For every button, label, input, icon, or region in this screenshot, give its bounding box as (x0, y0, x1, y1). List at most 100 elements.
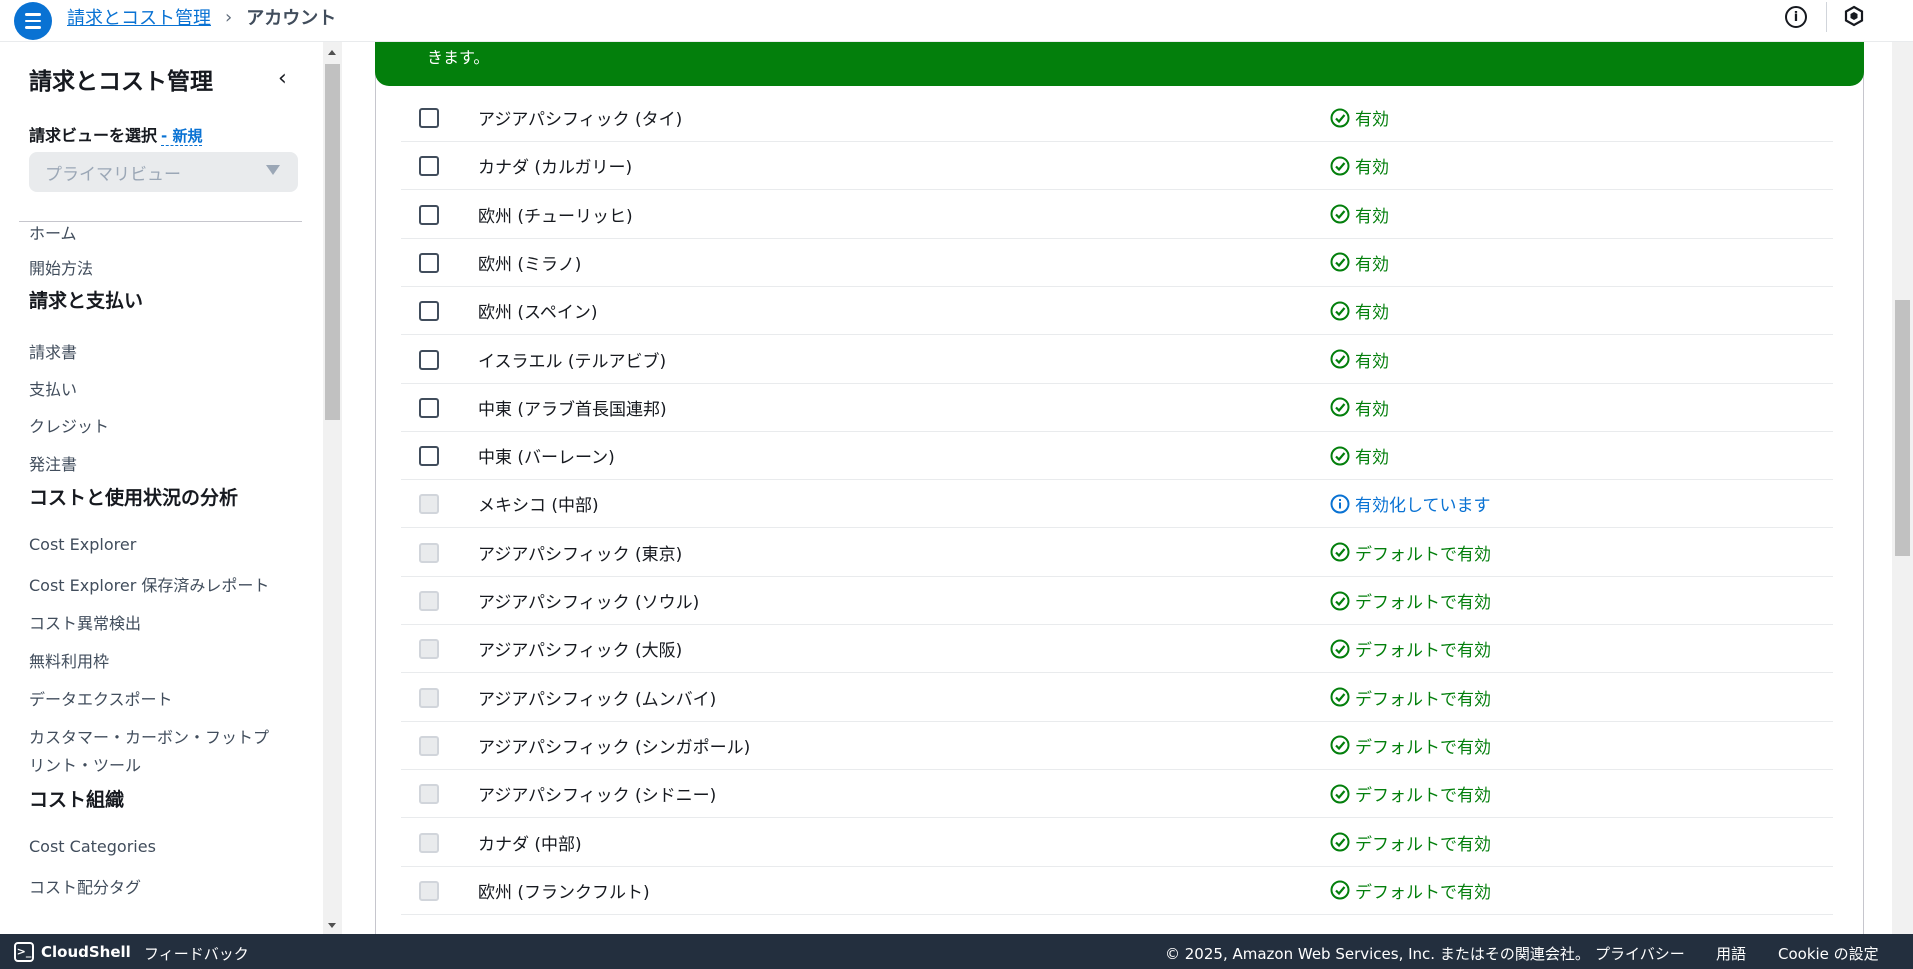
collapse-sidebar-icon[interactable]: ‹ (278, 66, 287, 91)
check-circle-icon (1330, 639, 1350, 659)
region-name: 中東 (バーレーン) (478, 448, 615, 469)
flash-text: きます。 (427, 48, 490, 67)
breadcrumb-current: アカウント (246, 8, 337, 29)
region-status-text: デフォルトで有効 (1355, 544, 1491, 565)
region-checkbox[interactable] (419, 156, 439, 177)
region-name: 欧州 (ミラノ) (478, 254, 582, 275)
region-checkbox[interactable] (419, 204, 439, 225)
settings-hexagon-icon[interactable] (1843, 5, 1865, 27)
region-checkbox (419, 591, 439, 611)
sidebar-item[interactable]: Cost Categories (29, 837, 156, 856)
sidebar-section-heading: コスト組織 (29, 789, 125, 811)
region-status-text: デフォルトで有効 (1355, 882, 1491, 903)
region-status-text: 有効 (1355, 110, 1389, 130)
region-checkbox (419, 880, 439, 901)
caret-down-icon (266, 165, 280, 175)
table-row: 欧州 (チューリッヒ) 有効 (401, 191, 1833, 239)
main-content: きます。 アジアパシフィック (タイ) 有効 カナダ (カルガリー) 有効 欧州 (チュ… (342, 42, 1892, 934)
sidebar-item[interactable]: コスト配分タグ (29, 874, 141, 898)
region-status: デフォルトで有効 (1330, 781, 1491, 806)
info-icon[interactable]: i (1785, 6, 1807, 28)
success-flash-message: きます。 (375, 42, 1864, 86)
table-row: アジアパシフィック (大阪) デフォルトで有効 (401, 625, 1833, 674)
cloudshell-button[interactable]: CloudShell (41, 943, 131, 961)
region-status-text: 有効 (1355, 303, 1389, 324)
copyright-text: © 2025, Amazon Web Services, Inc. またはその関… (1165, 945, 1590, 963)
sidebar-item[interactable]: クレジット (29, 413, 109, 437)
region-checkbox (419, 639, 439, 660)
check-circle-icon (1330, 832, 1350, 852)
table-row: アジアパシフィック (東京) デフォルトで有効 (401, 529, 1833, 577)
sidebar-item[interactable]: 無料利用枠 (29, 648, 109, 672)
region-name: アジアパシフィック (シドニー) (478, 786, 717, 807)
table-row: 欧州 (スペイン) 有効 (401, 287, 1833, 336)
breadcrumb-billing-link[interactable]: 請求とコスト管理 (67, 4, 211, 30)
table-row: イスラエル (テルアビブ) 有効 (401, 336, 1833, 384)
scroll-up-icon[interactable] (328, 50, 336, 55)
table-row: カナダ (中部) デフォルトで有効 (401, 819, 1833, 867)
billing-view-select[interactable]: プライマリビュー (29, 152, 298, 192)
menu-icon[interactable] (14, 2, 52, 40)
sidebar-item[interactable]: Cost Explorer (29, 535, 136, 554)
page-scrollbar[interactable] (1892, 42, 1913, 934)
region-status-text: デフォルトで有効 (1355, 737, 1491, 758)
region-status: 有効 (1330, 250, 1389, 275)
region-checkbox[interactable] (419, 446, 439, 467)
page-scrollbar-thumb[interactable] (1895, 300, 1910, 556)
sidebar-item[interactable]: リント・ツール (29, 752, 141, 776)
sidebar-item[interactable]: 開始方法 (29, 255, 93, 279)
region-name: 欧州 (スペイン) (478, 303, 598, 324)
region-checkbox (419, 687, 439, 708)
sidebar-title: 請求とコスト管理 (29, 69, 213, 95)
top-navigation-bar: 請求とコスト管理 › アカウント i (0, 0, 1913, 42)
region-checkbox[interactable] (419, 252, 439, 273)
region-name: イスラエル (テルアビブ) (478, 351, 667, 372)
sidebar-scrollbar-thumb[interactable] (325, 64, 340, 420)
region-name: 欧州 (チューリッヒ) (478, 206, 633, 227)
region-checkbox (419, 735, 439, 756)
region-checkbox (419, 494, 439, 515)
region-status-text: デフォルトで有効 (1355, 786, 1491, 807)
sidebar-scrollbar[interactable] (323, 42, 342, 934)
privacy-link[interactable]: プライバシー (1595, 943, 1685, 964)
sidebar-item[interactable]: Cost Explorer 保存済みレポート (29, 572, 269, 596)
check-circle-icon (1330, 108, 1350, 128)
region-status-text: 有効 (1355, 158, 1389, 179)
region-name: カナダ (カルガリー) (478, 158, 633, 179)
region-status-text: デフォルトで有効 (1355, 593, 1491, 613)
region-checkbox[interactable] (419, 108, 439, 128)
sidebar-item[interactable]: データエクスポート (29, 686, 173, 710)
check-circle-icon (1330, 591, 1350, 611)
console-footer: >_ CloudShell フィードバック © 2025, Amazon Web… (0, 934, 1913, 969)
region-status: 有効 (1330, 202, 1389, 227)
region-checkbox (419, 542, 439, 563)
region-status: 有効化しています (1330, 491, 1491, 516)
sidebar-item[interactable]: 発注書 (29, 451, 77, 475)
region-checkbox[interactable] (419, 397, 439, 418)
sidebar-item[interactable]: 支払い (29, 376, 77, 400)
sidebar-item[interactable]: コスト異常検出 (29, 610, 141, 634)
cookie-settings-link[interactable]: Cookie の設定 (1778, 943, 1879, 964)
table-row: 欧州 (ミラノ) 有効 (401, 239, 1833, 287)
cloudshell-icon[interactable]: >_ (14, 942, 34, 962)
scroll-down-icon[interactable] (328, 923, 336, 928)
sidebar-item[interactable]: カスタマー・カーボン・フットプ (29, 724, 269, 748)
check-circle-icon (1330, 397, 1350, 417)
region-status: デフォルトで有効 (1330, 733, 1491, 758)
check-circle-icon (1330, 784, 1350, 804)
sidebar-item[interactable]: ホーム (29, 220, 77, 244)
side-navigation: 請求とコスト管理 ‹ 請求ビューを選択 - 新規 プライマリビュー ホーム 開始方法… (0, 42, 323, 934)
region-name: アジアパシフィック (ムンバイ) (478, 689, 717, 710)
region-name: カナダ (中部) (478, 834, 582, 855)
chevron-right-icon: › (225, 6, 233, 28)
region-checkbox[interactable] (419, 349, 439, 370)
check-circle-icon (1330, 687, 1350, 707)
sidebar-item[interactable]: 請求書 (29, 339, 77, 363)
region-checkbox[interactable] (419, 301, 439, 322)
check-circle-icon (1330, 446, 1350, 466)
check-circle-icon (1330, 542, 1350, 562)
feedback-link[interactable]: フィードバック (144, 943, 249, 964)
check-circle-icon (1330, 156, 1350, 176)
terms-link[interactable]: 用語 (1716, 943, 1746, 964)
new-billing-view-link[interactable]: - 新規 (161, 127, 203, 146)
